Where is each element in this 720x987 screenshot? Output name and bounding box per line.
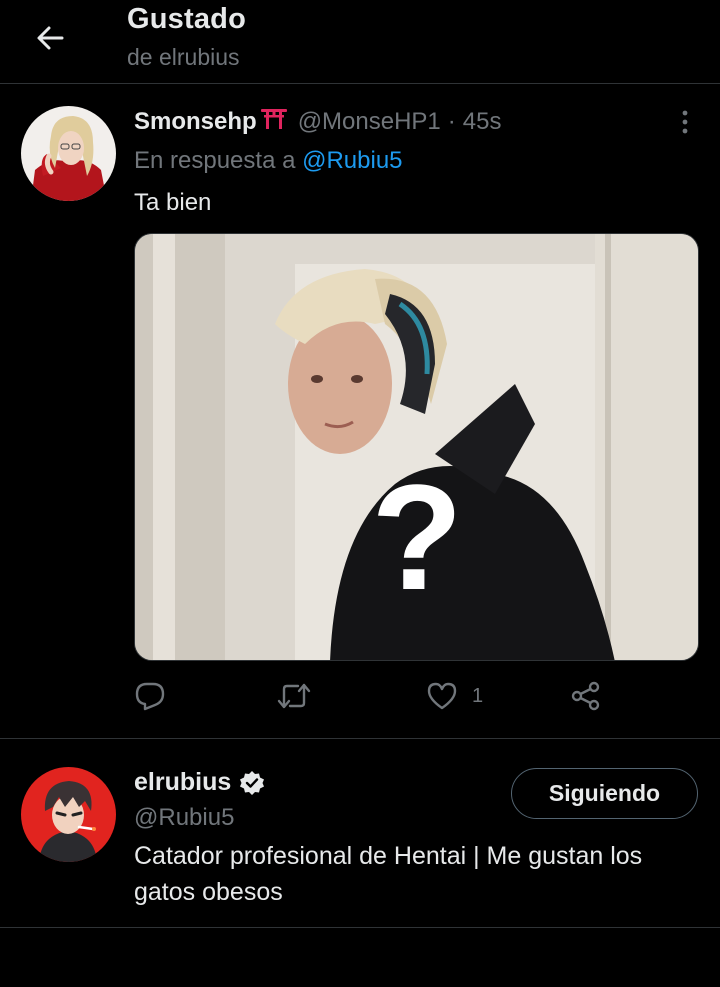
tweet-media-image[interactable]: ? bbox=[134, 233, 699, 661]
back-button[interactable] bbox=[28, 18, 72, 58]
tweet-header: Smonsehp @MonseHP1 · 45s bbox=[134, 107, 501, 139]
reply-mention-link[interactable]: @Rubiu5 bbox=[302, 147, 402, 174]
reply-prefix: En respuesta a bbox=[134, 147, 296, 174]
reply-button[interactable] bbox=[134, 679, 166, 713]
tweet-text: Ta bien bbox=[134, 189, 212, 216]
reply-icon bbox=[135, 682, 165, 711]
arrow-left-icon bbox=[37, 26, 64, 50]
more-options-button[interactable] bbox=[668, 107, 702, 137]
profile-bio: Catador profesional de Hentai | Me gusta… bbox=[134, 842, 643, 906]
question-mark-overlay: ? bbox=[371, 453, 463, 621]
torii-gate-icon bbox=[260, 109, 287, 129]
reply-context: En respuesta a @Rubiu5 bbox=[134, 147, 403, 175]
user-card[interactable]: elrubius @Rubiu5 Siguiendo Catador profe… bbox=[0, 740, 720, 928]
following-button[interactable]: Siguiendo bbox=[511, 768, 698, 819]
profile-name-row: elrubius bbox=[134, 768, 265, 797]
page-header: Gustado de elrubius bbox=[0, 0, 720, 84]
separator-dot: · bbox=[447, 108, 456, 135]
verified-badge-icon bbox=[240, 770, 265, 795]
avatar[interactable] bbox=[21, 767, 116, 862]
avatar[interactable] bbox=[21, 106, 116, 201]
retweet-icon bbox=[277, 683, 311, 709]
page-subtitle: de elrubius bbox=[127, 44, 240, 70]
like-button[interactable]: 1 bbox=[426, 679, 483, 713]
tweet-actions: 1 bbox=[134, 679, 604, 713]
heart-icon bbox=[427, 682, 457, 710]
page-title: Gustado bbox=[127, 3, 247, 35]
tweet-time[interactable]: 45s bbox=[463, 108, 502, 136]
like-count: 1 bbox=[472, 684, 484, 707]
profile-name[interactable]: elrubius bbox=[134, 768, 231, 797]
author-name[interactable]: Smonsehp bbox=[134, 108, 257, 136]
author-handle[interactable]: @MonseHP1 bbox=[298, 108, 441, 136]
share-button[interactable] bbox=[570, 679, 602, 713]
retweet-button[interactable] bbox=[276, 679, 312, 713]
profile-handle[interactable]: @Rubiu5 bbox=[134, 804, 234, 832]
share-icon bbox=[571, 681, 600, 711]
more-vertical-icon bbox=[682, 110, 688, 134]
tweet[interactable]: Smonsehp @MonseHP1 · 45s En respuesta a … bbox=[0, 85, 720, 739]
